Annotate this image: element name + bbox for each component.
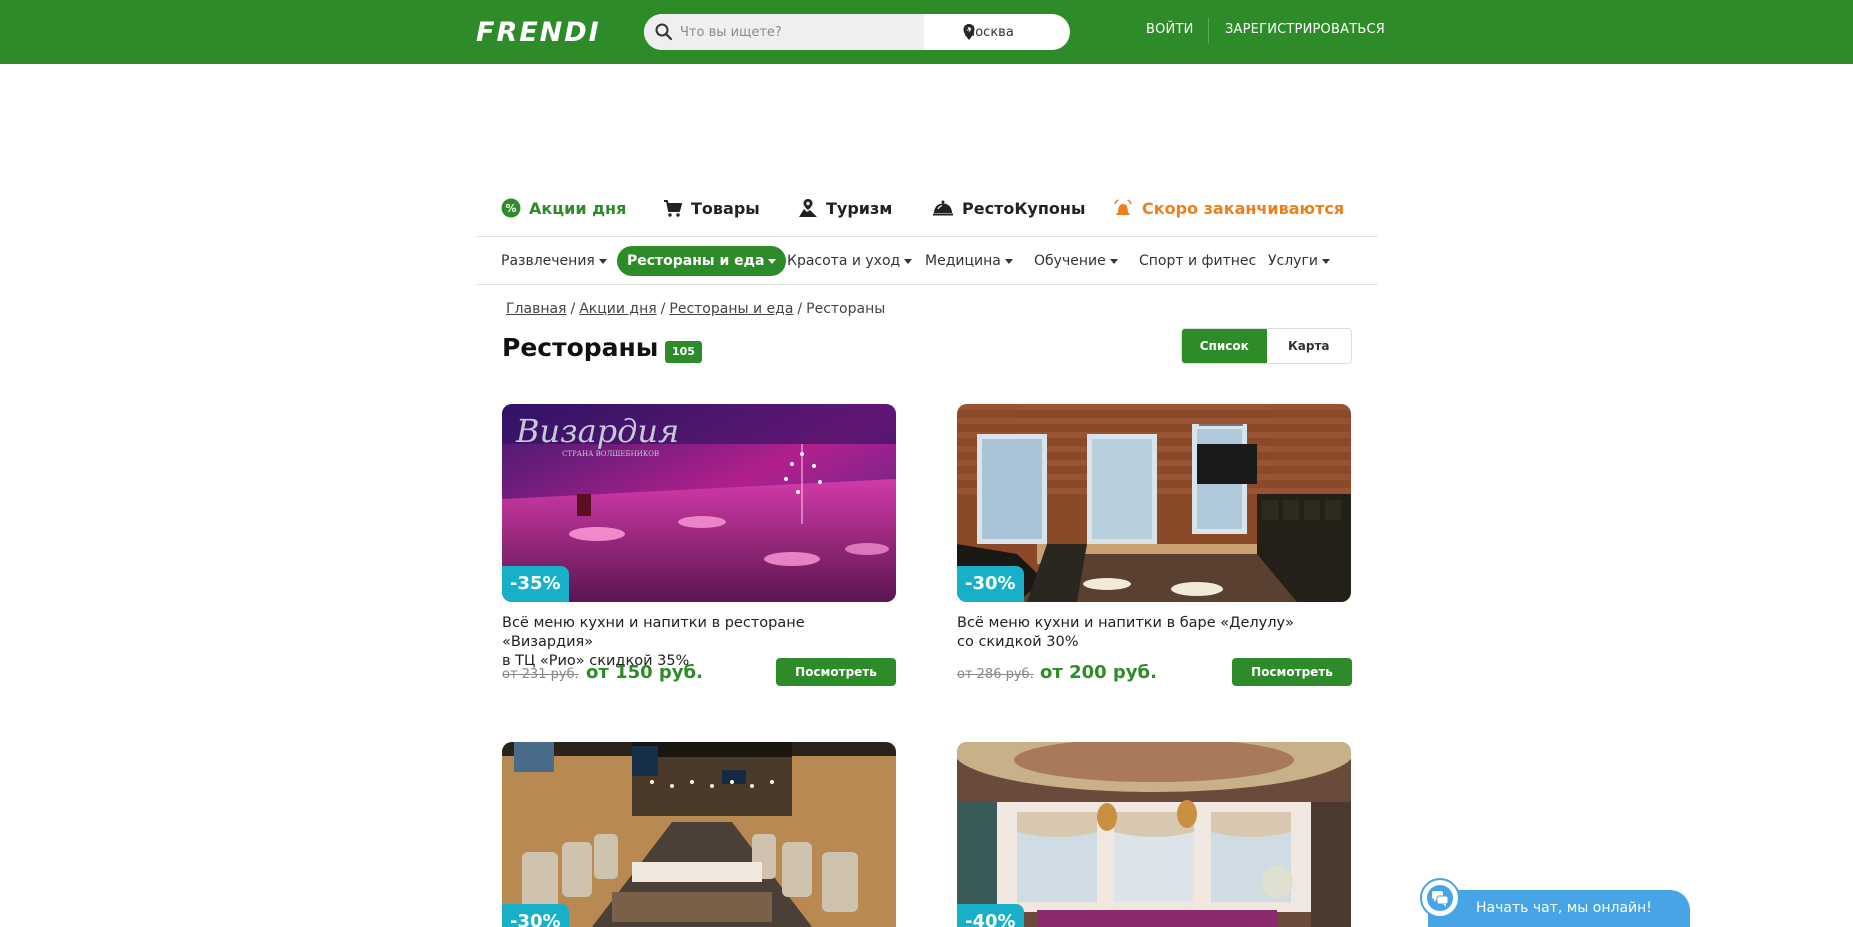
old-price: от 286 руб. bbox=[957, 667, 1034, 682]
percent-badge-icon: % bbox=[501, 198, 521, 218]
login-link[interactable]: ВОЙТИ bbox=[1146, 22, 1194, 37]
auth-divider bbox=[1208, 18, 1209, 44]
frendi-logo[interactable]: FRENDI bbox=[476, 17, 601, 48]
subcategory-restaurants-food[interactable]: Рестораны и еда bbox=[617, 246, 787, 276]
subcategory-label: Спорт и фитнес bbox=[1139, 253, 1257, 269]
chevron-down-icon bbox=[598, 258, 607, 264]
breadcrumb-restaurants-food[interactable]: Рестораны и еда bbox=[669, 301, 793, 317]
deal-image[interactable]: Визардия СТРАНА ВОЛШЕБНИКОВ -35% bbox=[502, 404, 896, 602]
speech-bubble-icon bbox=[1427, 885, 1453, 911]
new-price: от 150 руб. bbox=[586, 662, 703, 683]
subcategory-label: Медицина bbox=[925, 253, 1001, 269]
breadcrumb-current: Рестораны bbox=[806, 301, 886, 317]
chevron-down-icon bbox=[1321, 258, 1330, 264]
view-map-button[interactable]: Карта bbox=[1266, 329, 1351, 363]
subcategory-label: Обучение bbox=[1034, 253, 1106, 269]
breadcrumb: Главная / Акции дня / Рестораны и еда / Рестор… bbox=[506, 301, 885, 317]
deal-card[interactable]: Визардия СТРАНА ВОЛШЕБНИКОВ -35% Всё мен… bbox=[502, 404, 896, 694]
deal-title-line: со скидкой 30% bbox=[957, 634, 1079, 650]
deal-card[interactable]: -30% Всё меню кухни и напитки в баре «Де… bbox=[957, 404, 1352, 694]
deal-image[interactable]: -30% bbox=[957, 404, 1351, 602]
chat-widget[interactable]: Начать чат, мы онлайн! bbox=[1420, 878, 1690, 927]
chevron-down-icon bbox=[1109, 258, 1118, 264]
old-price: от 231 руб. bbox=[502, 667, 579, 682]
city-selector[interactable]: Москва bbox=[924, 14, 1070, 50]
breadcrumb-separator: / bbox=[797, 301, 803, 317]
chat-label: Начать чат, мы онлайн! bbox=[1476, 900, 1652, 916]
deal-title[interactable]: Всё меню кухни и напитки в баре «Делулу»… bbox=[957, 614, 1351, 652]
deal-card[interactable]: -40% bbox=[957, 742, 1351, 927]
sub-categories-nav: Развлечения Рестораны и еда Красота и ух… bbox=[476, 246, 1378, 276]
site-header: FRENDI Москва ВОЙТИ ЗАРЕГИСТРИРОВАТЬСЯ bbox=[0, 0, 1853, 64]
top-category-label: Туризм bbox=[826, 198, 893, 218]
deal-title-line: Всё меню кухни и напитки в ресторане «Ви… bbox=[502, 615, 805, 650]
svg-text:%: % bbox=[505, 202, 516, 215]
breadcrumb-deals[interactable]: Акции дня bbox=[579, 301, 656, 317]
search-field-wrap bbox=[644, 14, 924, 50]
subcategory-entertainment[interactable]: Развлечения bbox=[501, 246, 607, 276]
subcategory-label: Красота и уход bbox=[787, 253, 901, 269]
nav-divider bbox=[476, 236, 1378, 237]
subnav-divider bbox=[476, 284, 1378, 285]
new-price: от 200 руб. bbox=[1040, 662, 1157, 683]
search-input[interactable] bbox=[676, 14, 920, 50]
chevron-down-icon bbox=[904, 258, 913, 264]
top-category-tourism[interactable]: Туризм bbox=[798, 198, 892, 218]
subcategory-label: Услуги bbox=[1268, 253, 1318, 269]
top-category-restocoupons[interactable]: РестоКупоны bbox=[932, 198, 1085, 218]
page-title: Рестораны bbox=[502, 333, 659, 362]
subcategory-medicine[interactable]: Медицина bbox=[925, 246, 1013, 276]
subcategory-sport[interactable]: Спорт и фитнес bbox=[1139, 246, 1256, 276]
top-category-goods[interactable]: Товары bbox=[663, 198, 760, 218]
top-category-label: РестоКупоны bbox=[962, 198, 1086, 218]
deal-image[interactable]: -30% bbox=[502, 742, 896, 927]
subcategory-label: Развлечения bbox=[501, 253, 595, 269]
view-list-button[interactable]: Список bbox=[1182, 329, 1267, 363]
cloche-icon bbox=[933, 200, 953, 216]
subcategory-beauty[interactable]: Красота и уход bbox=[787, 246, 913, 276]
chevron-down-icon bbox=[768, 258, 777, 264]
view-deal-button[interactable]: Посмотреть bbox=[776, 658, 896, 686]
image-logo-text: Визардия bbox=[515, 412, 679, 450]
results-count-badge: 105 bbox=[665, 341, 702, 363]
top-category-label: Скоро заканчиваются bbox=[1142, 198, 1345, 218]
search-icon bbox=[655, 23, 673, 41]
breadcrumb-separator: / bbox=[570, 301, 576, 317]
discount-badge: -30% bbox=[957, 566, 1024, 602]
discount-badge: -30% bbox=[502, 904, 569, 927]
deal-title-line: Всё меню кухни и напитки в баре «Делулу» bbox=[957, 615, 1294, 631]
subcategory-services[interactable]: Услуги bbox=[1268, 246, 1330, 276]
image-logo-subtext: СТРАНА ВОЛШЕБНИКОВ bbox=[562, 450, 659, 458]
breadcrumb-home[interactable]: Главная bbox=[506, 301, 566, 317]
subcategory-education[interactable]: Обучение bbox=[1034, 246, 1118, 276]
subcategory-label: Рестораны и еда bbox=[627, 253, 765, 269]
chevron-down-icon bbox=[1004, 258, 1013, 264]
view-toggle: Список Карта bbox=[1181, 328, 1352, 364]
discount-badge: -35% bbox=[502, 566, 569, 602]
chat-icon[interactable] bbox=[1420, 878, 1460, 918]
deal-card[interactable]: -30% bbox=[502, 742, 896, 927]
map-pin-mountain-icon bbox=[799, 199, 817, 217]
discount-badge: -40% bbox=[957, 904, 1024, 927]
top-category-deals[interactable]: % Акции дня bbox=[501, 198, 626, 218]
cart-icon bbox=[664, 200, 682, 217]
top-category-label: Акции дня bbox=[529, 198, 627, 218]
alarm-bell-icon bbox=[1114, 199, 1132, 215]
top-category-ending-soon[interactable]: Скоро заканчиваются bbox=[1112, 198, 1344, 218]
top-categories-nav: % Акции дня Товары Туризм РестоКупоны Ск… bbox=[476, 190, 1378, 236]
view-deal-button[interactable]: Посмотреть bbox=[1232, 658, 1352, 686]
deal-image[interactable]: -40% bbox=[957, 742, 1351, 927]
top-category-label: Товары bbox=[691, 198, 760, 218]
search-bar: Москва bbox=[644, 14, 1070, 50]
register-link[interactable]: ЗАРЕГИСТРИРОВАТЬСЯ bbox=[1225, 22, 1385, 37]
breadcrumb-separator: / bbox=[660, 301, 666, 317]
